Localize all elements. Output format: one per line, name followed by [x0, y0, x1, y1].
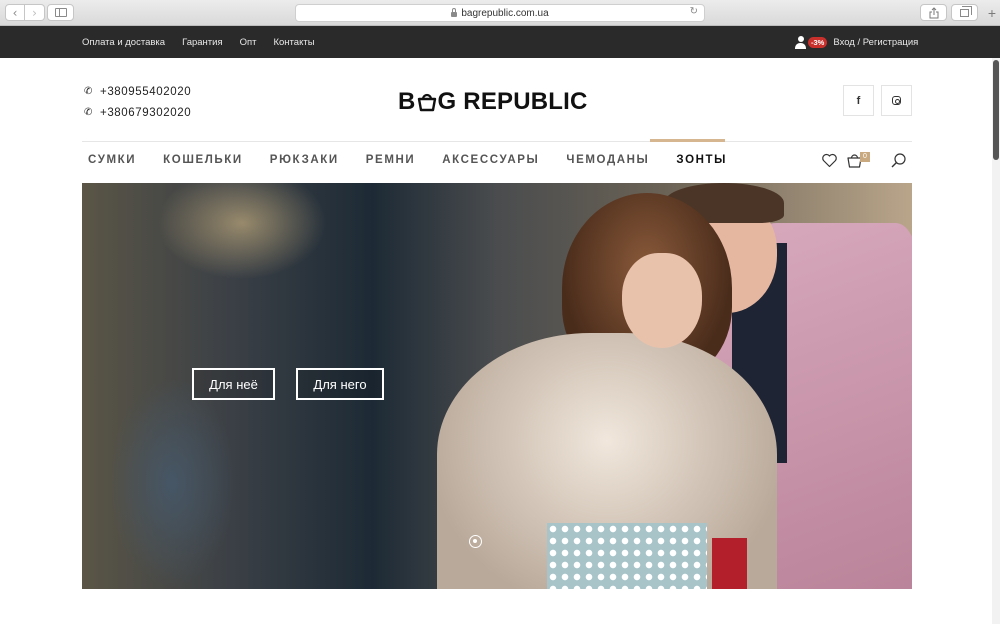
search-icon[interactable] — [890, 152, 907, 169]
nav-item-belts[interactable]: РЕМНИ — [366, 154, 416, 166]
top-info-bar: Оплата и доставка Гарантия Опт Контакты … — [0, 26, 1000, 58]
phone-icon: ✆ — [84, 86, 93, 97]
phone-number: +380955402020 — [100, 85, 192, 98]
for-her-button[interactable]: Для неё — [192, 368, 275, 400]
logo-text-right: G REPUBLIC — [437, 88, 588, 115]
for-him-button[interactable]: Для него — [296, 368, 384, 400]
link-payment-delivery[interactable]: Оплата и доставка — [82, 37, 165, 48]
facebook-button[interactable]: f — [843, 85, 874, 116]
phone-number: +380679302020 — [100, 106, 192, 119]
phone-1[interactable]: ✆ +380955402020 — [84, 81, 191, 102]
nav-item-bags[interactable]: СУМКИ — [88, 154, 136, 166]
wishlist-heart-icon[interactable] — [821, 152, 838, 169]
logo-text-left: B — [398, 88, 416, 115]
facebook-icon: f — [856, 94, 861, 107]
nav-item-backpacks[interactable]: РЮКЗАКИ — [270, 154, 339, 166]
sidebar-icon — [54, 8, 67, 17]
nav-item-umbrellas[interactable]: ЗОНТЫ — [676, 154, 727, 166]
user-icon — [795, 35, 806, 49]
slider-dot[interactable] — [469, 535, 482, 548]
phone-icon: ✆ — [84, 107, 93, 118]
scrollbar-thumb[interactable] — [993, 60, 999, 160]
discount-badge: -3% — [808, 36, 828, 48]
page-scrollbar[interactable] — [992, 58, 1000, 624]
bag-logo-icon — [417, 93, 436, 112]
site-logo[interactable]: B G REPUBLIC — [398, 88, 588, 116]
phone-2[interactable]: ✆ +380679302020 — [84, 102, 191, 123]
nav-item-suitcases[interactable]: ЧЕМОДАНЫ — [566, 154, 649, 166]
hero-slider: Для неё Для него — [82, 183, 912, 589]
link-wholesale[interactable]: Опт — [240, 37, 257, 48]
hero-photo-shopping-bag — [547, 523, 707, 589]
active-nav-indicator — [650, 139, 725, 142]
instagram-button[interactable] — [881, 85, 912, 116]
share-icon — [929, 6, 938, 18]
login-register-label: Вход / Регистрация — [833, 36, 919, 48]
chevron-left-icon: ‹ — [12, 5, 18, 20]
forward-button[interactable]: › — [25, 4, 45, 21]
account-link[interactable]: -3% Вход / Регистрация — [795, 26, 918, 58]
instagram-icon — [892, 96, 901, 105]
back-button[interactable]: ‹ — [5, 4, 25, 21]
tabs-icon — [960, 5, 972, 17]
chevron-right-icon: › — [32, 5, 37, 20]
cart-count-badge: 0 — [860, 152, 870, 162]
link-contacts[interactable]: Контакты — [273, 37, 314, 48]
url-text: bagrepublic.com.ua — [461, 7, 549, 19]
nav-item-wallets[interactable]: КОШЕЛЬКИ — [163, 154, 243, 166]
browser-toolbar: ‹ › bagrepublic.com.ua ↻ + — [0, 0, 1000, 26]
hero-photo-red-bag — [712, 538, 747, 589]
top-links: Оплата и доставка Гарантия Опт Контакты — [82, 26, 315, 58]
main-nav: СУМКИ КОШЕЛЬКИ РЮКЗАКИ РЕМНИ АКСЕССУАРЫ … — [88, 154, 754, 166]
link-warranty[interactable]: Гарантия — [182, 37, 223, 48]
nav-item-accessories[interactable]: АКСЕССУАРЫ — [442, 154, 539, 166]
phone-list: ✆ +380955402020 ✆ +380679302020 — [84, 81, 191, 123]
lock-icon — [451, 7, 458, 17]
hero-photo-woman-face — [622, 253, 702, 348]
history-buttons: ‹ › — [5, 4, 45, 21]
show-tabs-button[interactable] — [951, 4, 978, 21]
sidebar-toggle-button[interactable] — [47, 4, 74, 21]
address-bar[interactable]: bagrepublic.com.ua ↻ — [295, 4, 705, 22]
share-button[interactable] — [920, 4, 947, 21]
reload-icon[interactable]: ↻ — [690, 6, 698, 17]
nav-divider — [82, 141, 912, 142]
new-tab-button[interactable]: + — [984, 4, 1000, 24]
